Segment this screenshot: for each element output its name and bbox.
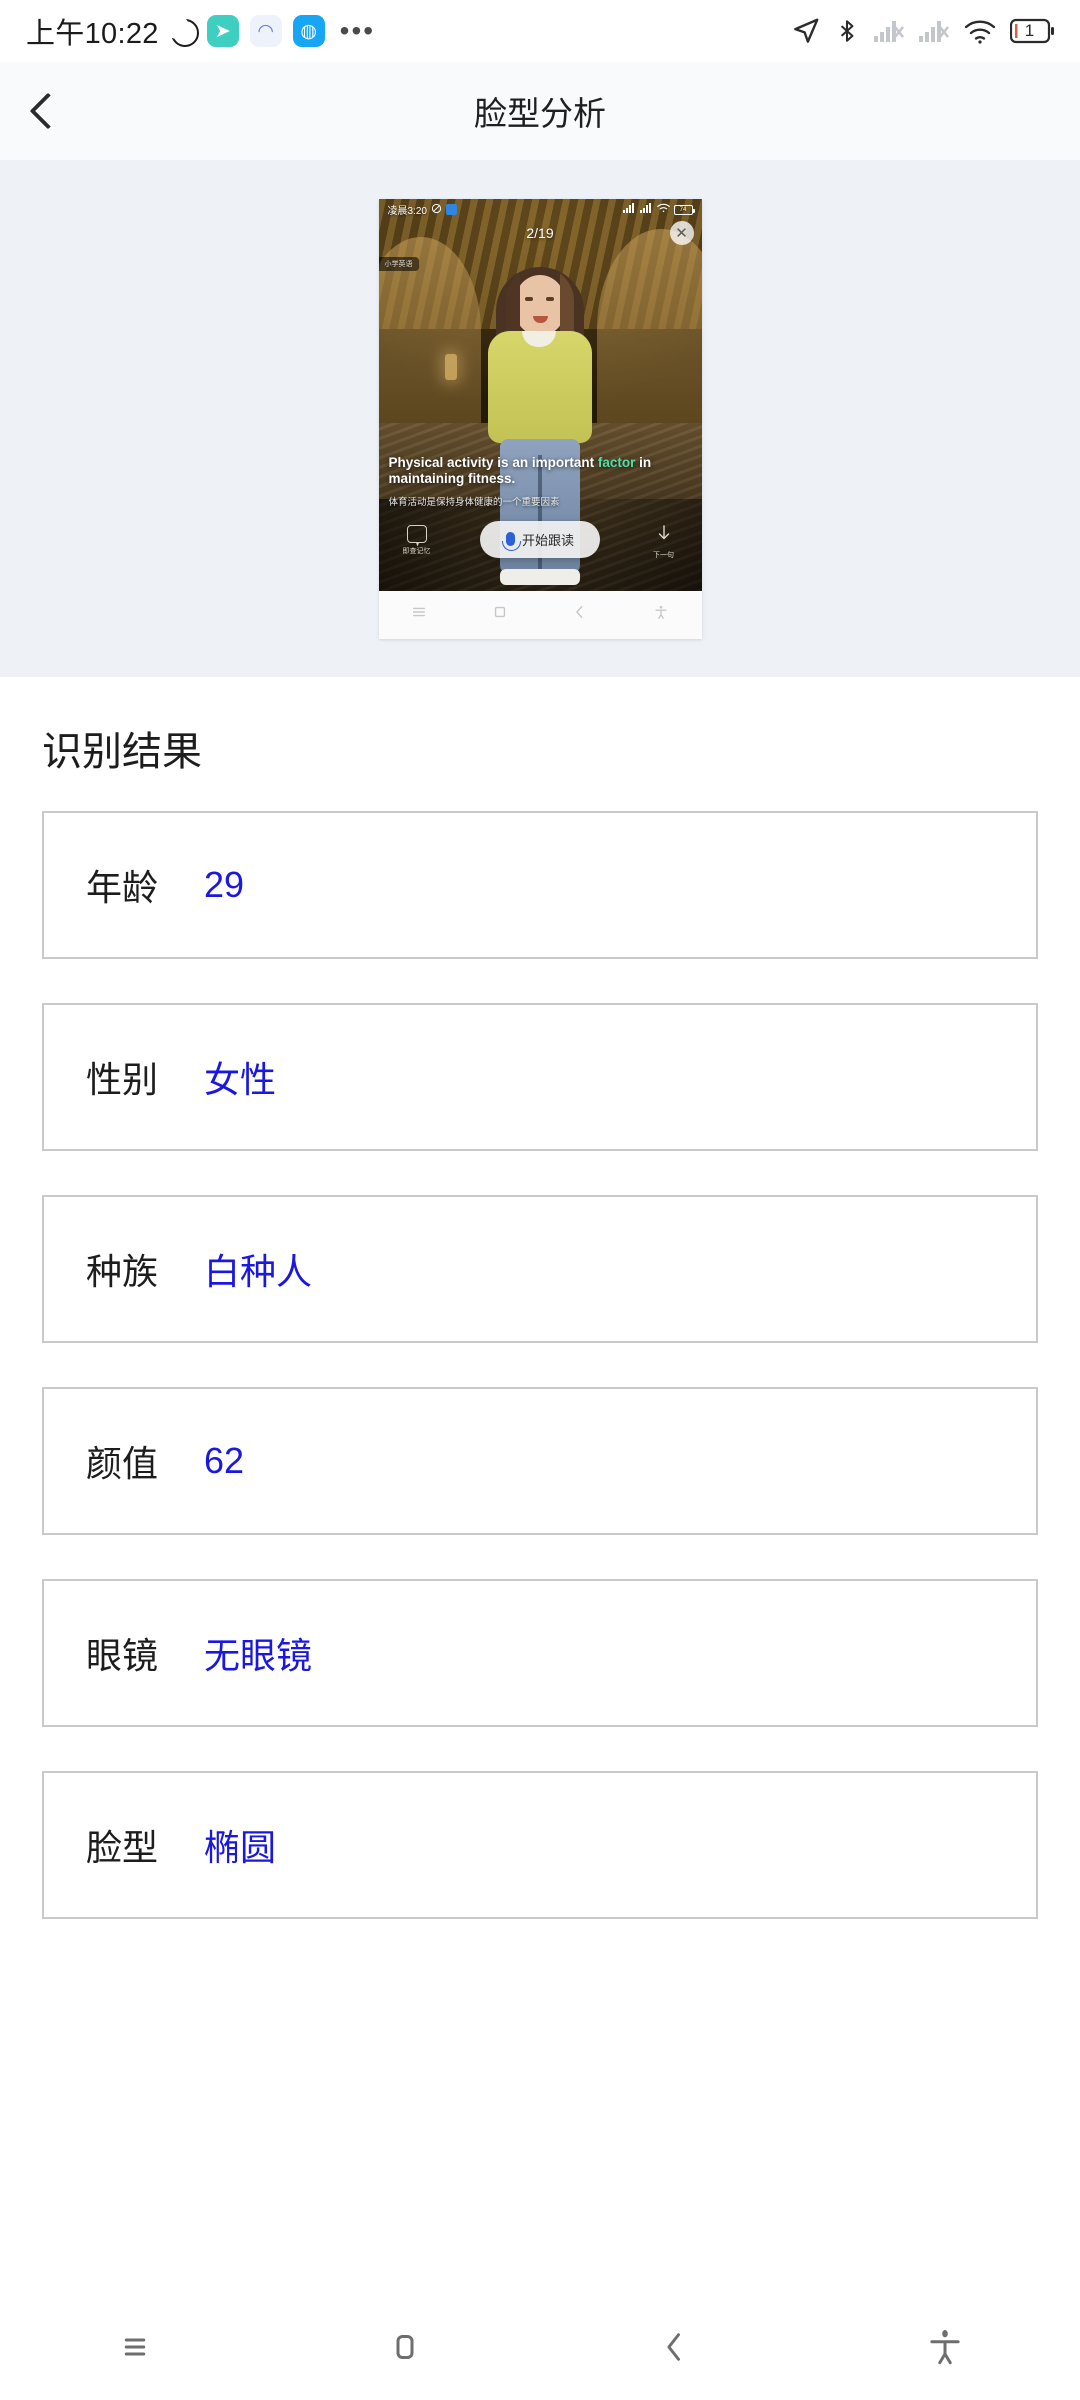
header-back-button[interactable] [0,62,96,160]
nav-accessibility-button[interactable] [855,2326,1035,2373]
row-value-race: 白种人 [204,1251,313,1292]
navigation-app-icon: ➤ [206,15,239,47]
home-square-icon[interactable] [492,604,508,625]
menu-icon[interactable] [411,604,427,625]
note-icon [406,524,427,543]
app-header: 脸型分析 [0,62,1080,160]
lamp [444,353,457,380]
app-badge-icon [445,204,457,215]
nav-home-button[interactable] [315,2326,495,2373]
table-row: 脸型 椭圆 [42,1771,1038,1919]
inner-battery-icon: 74 [673,204,695,215]
next-sentence-button[interactable]: 下一句 [642,524,686,560]
download-arrow-icon [656,524,672,547]
caption-english-before: Physical activity is an important [388,454,598,470]
row-value-gender: 女性 [204,1059,277,1100]
chat-app-icon: ◍ [292,15,325,47]
row-label-age: 年龄 [86,867,159,908]
inner-signal-1-icon [622,203,636,216]
row-value-beauty: 62 [204,1440,245,1481]
inner-system-nav [378,590,702,639]
nav-menu-button[interactable] [45,2326,225,2373]
signal-2-off-icon [918,17,950,45]
table-row: 性别 女性 [42,1003,1038,1151]
location-arrow-icon [791,16,821,46]
caption-english: Physical activity is an important factor… [389,455,692,489]
inner-battery-text: 74 [679,206,687,213]
status-bar-left: 上午10:22 ➤ ◠ ◍ ••• [26,10,375,52]
bluetooth-icon [834,16,860,46]
battery-level-text: 1 [1024,21,1035,40]
row-value-faceshape: 椭圆 [204,1827,277,1868]
cloud-app-icon: ◠ [249,15,282,47]
recognition-results-section: 识别结果 年龄 29 性别 女性 种族 白种人 颜值 62 眼镜 无眼镜 脸型 … [0,677,1080,1963]
close-icon[interactable]: ✕ [669,220,694,245]
status-bar-clock: 上午10:22 [26,18,159,50]
back-chevron-icon[interactable] [572,604,588,625]
back-icon [654,2326,696,2373]
caption-block: Physical activity is an important factor… [389,455,692,509]
chevron-left-icon [29,92,67,130]
signal-1-off-icon [873,17,905,45]
cloud-app-icon-glyph: ◠ [257,20,274,42]
analyzed-screenshot-image[interactable]: 凌晨3:20 74 2/19 ✕ 小学英语 Physical activity … [378,198,702,639]
app-screen: 上午10:22 ➤ ◠ ◍ ••• 1 脸型分析 凌晨3:20 74 2/19 … [0,0,1080,2400]
reading-controls: 即查记忆 开始跟读 下一句 [379,520,702,577]
status-bar-right: 1 [791,16,1054,46]
caption-english-highlight: factor [597,454,636,470]
battery-icon: 1 [1010,18,1054,44]
table-row: 种族 白种人 [42,1195,1038,1343]
wifi-icon [963,17,997,45]
crescent-moon-icon [164,15,199,47]
row-label-race: 种族 [86,1251,159,1292]
chat-app-icon-glyph: ◍ [300,20,317,42]
page-title: 脸型分析 [474,95,606,132]
note-tool-label: 即查记忆 [402,547,431,555]
navigation-app-icon-glyph: ➤ [214,20,231,42]
system-navigation-bar [0,2298,1080,2400]
nav-back-button[interactable] [585,2326,765,2373]
row-value-glasses: 无眼镜 [204,1635,313,1676]
note-tool-button[interactable]: 即查记忆 [395,524,439,556]
menu-icon [114,2326,156,2373]
accessibility-icon [924,2326,966,2373]
row-label-faceshape: 脸型 [86,1827,159,1868]
page-indicator: 2/19 [526,224,554,241]
corner-tag: 小学英语 [378,256,419,271]
row-label-gender: 性别 [86,1059,159,1100]
mute-icon [431,203,442,217]
table-row: 年龄 29 [42,811,1038,959]
start-reading-label: 开始跟读 [521,532,575,548]
home-icon [384,2326,426,2373]
caption-chinese: 体育活动是保持身体健康的一个重要因素 [388,497,560,509]
inner-status-bar: 凌晨3:20 74 [379,199,702,221]
inner-signal-2-icon [639,203,653,216]
inner-wifi-icon [656,203,670,216]
inner-status-clock: 凌晨3:20 [387,206,427,217]
row-value-age: 29 [204,864,245,905]
row-label-beauty: 颜值 [86,1443,159,1484]
next-sentence-label: 下一句 [653,551,674,559]
row-label-glasses: 眼镜 [86,1635,159,1676]
accessibility-icon[interactable] [653,604,669,625]
image-preview-panel: 凌晨3:20 74 2/19 ✕ 小学英语 Physical activity … [0,160,1080,677]
results-heading: 识别结果 [42,730,202,774]
microphone-icon [501,532,521,551]
sweater [488,330,592,443]
table-row: 颜值 62 [42,1387,1038,1535]
system-status-bar: 上午10:22 ➤ ◠ ◍ ••• 1 [0,0,1080,62]
status-overflow-icon: ••• [339,15,376,46]
start-reading-button[interactable]: 开始跟读 [479,520,601,558]
table-row: 眼镜 无眼镜 [42,1579,1038,1727]
